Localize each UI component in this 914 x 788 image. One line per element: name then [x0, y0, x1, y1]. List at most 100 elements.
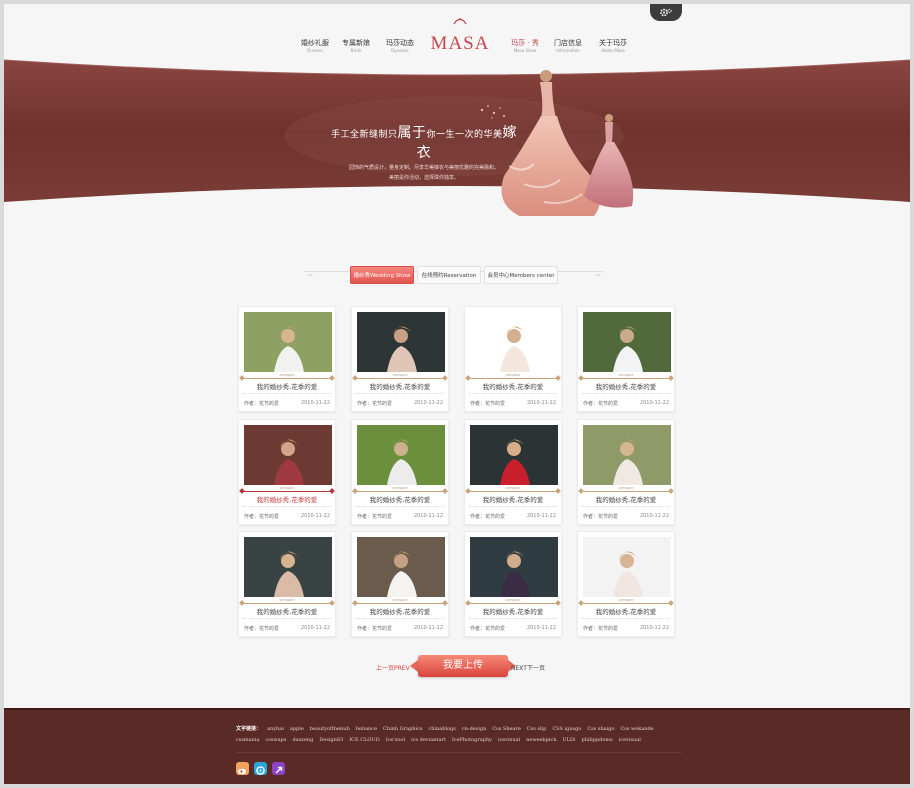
prev-page-link[interactable]: 上一页PREV — [376, 663, 410, 672]
card-date: 2010-11-22 — [300, 400, 330, 406]
card-title[interactable]: 我的婚纱秀,花季的爱 — [465, 381, 561, 391]
card-author: 作者：花节的爱 — [583, 514, 619, 520]
wedding-card[interactable]: campple 我的婚纱秀,花季的爱 作者：花节的爱 2010-11-22 — [351, 306, 449, 412]
footer-link[interactable]: Css shaigo — [587, 726, 614, 732]
card-photo[interactable] — [357, 312, 445, 372]
card-title[interactable]: 我的婚纱秀,花季的爱 — [465, 494, 561, 504]
footer-link[interactable]: chinablogs — [428, 726, 455, 732]
wedding-card[interactable]: campple 我的婚纱秀,花季的爱 作者：花节的爱 2010-11-22 — [577, 419, 675, 525]
footer-link[interactable]: CSS igusgo — [552, 726, 581, 732]
card-photo[interactable] — [583, 537, 671, 597]
wedding-card[interactable]: campple 我的婚纱秀,花季的爱 作者：花节的爱 2010-11-22 — [351, 419, 449, 525]
tencent-icon[interactable] — [254, 762, 267, 775]
card-separator — [582, 618, 670, 619]
nav-item-bride[interactable]: 专属新娘 Bride — [333, 39, 379, 54]
card-author: 作者：花节的爱 — [244, 626, 280, 632]
card-photo[interactable] — [470, 425, 558, 485]
footer-link[interactable]: cssmania — [236, 737, 259, 743]
tab-reservation[interactable]: 在线预约Reservation — [417, 266, 481, 284]
footer-link[interactable]: anyhai — [267, 726, 284, 732]
nav-item-information[interactable]: 门店信息 Information — [545, 39, 591, 54]
nav-item-dynamic[interactable]: 玛莎动态 Dynamic — [377, 39, 423, 54]
wedding-card[interactable]: campple 我的婚纱秀,花季的爱 作者：花节的爱 2010-11-22 — [351, 531, 449, 637]
card-photo[interactable] — [244, 537, 332, 597]
card-title[interactable]: 我的婚纱秀,花季的爱 — [465, 606, 561, 616]
card-title[interactable]: 我的婚纱秀,花季的爱 — [352, 494, 448, 504]
footer-link[interactable]: icevisual — [498, 737, 520, 743]
footer-link[interactable]: csswaps — [265, 737, 286, 743]
next-page-link[interactable]: NEXT下一页 — [511, 663, 545, 672]
footer-link[interactable]: dazzeng — [292, 737, 313, 743]
wedding-card[interactable]: campple 我的婚纱秀,花季的爱 作者：花节的爱 2010-11-22 — [464, 419, 562, 525]
card-divider — [581, 378, 671, 379]
footer-link[interactable]: Design83 — [319, 737, 343, 743]
card-title[interactable]: 我的婚纱秀,花季的爱 — [352, 381, 448, 391]
nav-item-about[interactable]: 关于玛莎 Abotu Masa — [590, 39, 636, 54]
card-photo[interactable] — [244, 312, 332, 372]
footer-link[interactable]: Css Sheare — [492, 726, 520, 732]
wedding-card[interactable]: campple 我的婚纱秀,花季的爱 作者：花节的爱 2010-11-22 — [238, 306, 336, 412]
card-author: 作者：花节的爱 — [583, 401, 619, 407]
settings-tab[interactable] — [650, 4, 682, 21]
card-photo[interactable] — [357, 537, 445, 597]
card-author: 作者：花节的爱 — [470, 514, 506, 520]
wedding-card[interactable]: campple 我的婚纱秀,花季的爱 作者：花节的爱 2010-11-22 — [577, 531, 675, 637]
footer-link[interactable]: Chinh Graphics — [383, 726, 422, 732]
card-date: 2010-11-22 — [413, 400, 443, 406]
links-row-2: cssmania csswaps dazzeng Design83 ICE CLOUD I… — [236, 735, 686, 746]
card-title[interactable]: 我的婚纱秀,花季的爱 — [239, 494, 335, 504]
footer-link[interactable]: IcePhotography — [452, 737, 492, 743]
card-divider — [355, 603, 445, 604]
card-photo[interactable] — [583, 312, 671, 372]
masa-logo[interactable]: MASA — [424, 16, 496, 56]
tab-members-center[interactable]: 会员中心Members center — [484, 266, 558, 284]
card-title[interactable]: 我的婚纱秀,花季的爱 — [239, 381, 335, 391]
card-photo[interactable] — [357, 425, 445, 485]
card-photo[interactable] — [470, 312, 558, 372]
card-title[interactable]: 我的婚纱秀,花季的爱 — [352, 606, 448, 616]
upload-button[interactable]: 我要上传 — [418, 655, 508, 677]
footer-link[interactable]: philippdoms — [582, 737, 613, 743]
card-photo[interactable] — [470, 537, 558, 597]
footer-link[interactable]: Css wekande — [620, 726, 653, 732]
footer-link[interactable]: neweebpick — [526, 737, 556, 743]
card-title[interactable]: 我的婚纱秀,花季的爱 — [239, 606, 335, 616]
footer-link[interactable]: beautyofthenub — [310, 726, 350, 732]
card-photo[interactable] — [244, 425, 332, 485]
footer-link[interactable]: ics deviantart — [411, 737, 446, 743]
card-tag: campple — [279, 373, 295, 377]
nav-item-dresses[interactable]: 婚纱礼服 Dresses — [292, 39, 338, 54]
card-divider — [242, 491, 332, 492]
link-icon[interactable] — [272, 762, 285, 775]
wedding-card[interactable]: campple 我的婚纱秀,花季的爱 作者：花节的爱 2010-11-22 — [464, 531, 562, 637]
footer-link[interactable]: Ice'zool — [386, 737, 405, 743]
card-title[interactable]: 我的婚纱秀,花季的爱 — [578, 381, 674, 391]
wedding-card[interactable]: campple 我的婚纱秀,花季的爱作者：花节的爱 2010-11-22 — [238, 531, 336, 637]
footer-link[interactable]: Css slip — [527, 726, 547, 732]
logo-text: MASA — [431, 33, 490, 54]
footer-link[interactable]: icevisual — [619, 737, 641, 743]
left-ornament: ~ — [308, 272, 314, 279]
card-title[interactable]: 我的婚纱秀,花季的爱 — [578, 606, 674, 616]
card-title[interactable]: 我的婚纱秀,花季的爱 — [578, 494, 674, 504]
card-date: 2010-11-22 — [300, 625, 330, 631]
card-tag: campple — [279, 598, 295, 602]
card-date: 2010-11-22 — [300, 513, 330, 519]
card-photo[interactable] — [583, 425, 671, 485]
footer-link[interactable]: apple — [290, 726, 304, 732]
nav-item-masa-show[interactable]: 玛莎 · 秀 Masa Show — [502, 39, 548, 54]
gear-icon[interactable] — [659, 7, 673, 18]
footer-link[interactable]: ULDi — [562, 737, 575, 743]
weibo-icon[interactable] — [236, 762, 249, 775]
footer-link[interactable]: behance — [356, 726, 377, 732]
card-separator — [469, 618, 557, 619]
wedding-card[interactable]: campple 我的婚纱秀,花季的爱 作者：花节的爱 2010-11-22 — [464, 306, 562, 412]
wedding-card[interactable]: campple 我的婚纱秀,花季的爱 作者：花节的爱 2010-11-22 — [577, 306, 675, 412]
footer-link[interactable]: ICE CLOUD — [349, 737, 380, 743]
footer-link[interactable]: cn-design — [462, 726, 486, 732]
wedding-card[interactable]: campple 我的婚纱秀,花季的爱 作者：花节的爱 2010-11-22 — [238, 419, 336, 525]
card-separator — [582, 506, 670, 507]
card-divider — [468, 378, 558, 379]
footer-label: 文字链接： — [236, 726, 262, 732]
tab-wedding-show[interactable]: 婚纱秀Wedding Show — [350, 266, 414, 284]
